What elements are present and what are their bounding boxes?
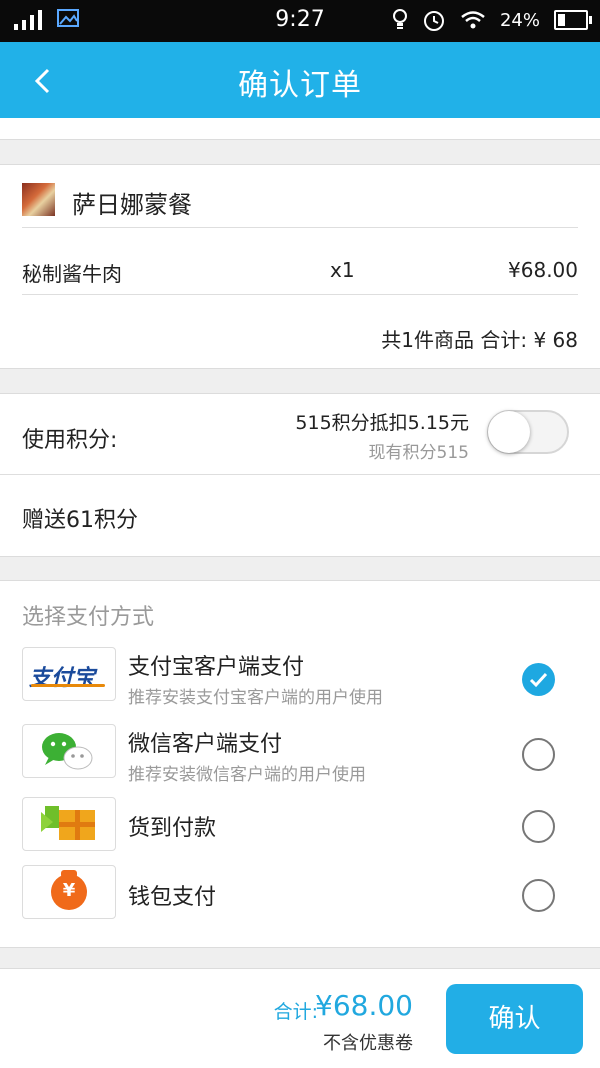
- radio-selected[interactable]: [522, 663, 555, 696]
- payment-option-name: 支付宝客户端支付: [128, 655, 305, 680]
- money-bag-top: [61, 870, 77, 878]
- cash-on-delivery-icon: [22, 797, 116, 851]
- divider: [22, 294, 578, 295]
- radio-unselected[interactable]: [522, 879, 555, 912]
- shop-name[interactable]: 萨日娜蒙餐: [72, 185, 192, 220]
- top-strip: [0, 118, 600, 140]
- status-right: 24%: [392, 8, 592, 32]
- item-name: 秘制酱牛肉: [22, 262, 122, 286]
- wallet-icon: ¥: [22, 865, 116, 919]
- radio-unselected[interactable]: [522, 738, 555, 771]
- wallet-logo-text: ¥: [62, 880, 76, 901]
- points-label: 使用积分:: [22, 428, 118, 453]
- total-amount: ¥68.00: [315, 989, 413, 1022]
- divider: [22, 227, 578, 228]
- order-card: 萨日娜蒙餐 秘制酱牛肉 x1 ¥68.00 共1件商品 合计: ¥ 68: [0, 164, 600, 369]
- order-summary: 共1件商品 合计: ¥ 68: [381, 328, 578, 352]
- divider: [0, 474, 600, 475]
- payment-section-title: 选择支付方式: [22, 605, 155, 630]
- wechat-bubbles-icon: [42, 733, 93, 770]
- shop-thumbnail: [22, 183, 55, 216]
- payment-option-name: 微信客户端支付: [128, 732, 283, 757]
- app-header: 确认订单: [0, 42, 600, 118]
- battery-icon: [554, 10, 592, 30]
- alipay-icon: 支付宝: [22, 647, 116, 701]
- gift-points-text: 赠送61积分: [22, 508, 138, 533]
- confirm-button[interactable]: 确认: [446, 984, 583, 1054]
- payment-card: 选择支付方式 支付宝 支付宝客户端支付 推荐安装支付宝客户端的用户使用 微信客户…: [0, 580, 600, 948]
- alipay-logo-text: 支付宝: [29, 666, 96, 691]
- toggle-knob: [488, 411, 530, 453]
- points-deduct-text: 515积分抵扣5.15元: [295, 412, 469, 434]
- item-price: ¥68.00: [508, 258, 578, 282]
- total-label: 合计:: [273, 1001, 318, 1023]
- radio-unselected[interactable]: [522, 810, 555, 843]
- payment-option-name: 钱包支付: [128, 885, 217, 910]
- wechat-icon: [22, 724, 116, 778]
- page-title: 确认订单: [238, 68, 362, 103]
- coupon-note: 不含优惠卷: [323, 1033, 413, 1054]
- check-icon: [529, 672, 548, 688]
- wifi-icon: [461, 11, 485, 29]
- payment-option-name: 货到付款: [128, 816, 217, 841]
- bottom-bar: 合计: ¥68.00 不含优惠卷 确认: [0, 968, 600, 1068]
- points-current-text: 现有积分515: [368, 443, 469, 463]
- battery-percent: 24%: [499, 9, 540, 31]
- alipay-swoosh: [31, 684, 105, 687]
- alarm-icon: [423, 11, 444, 31]
- payment-option-desc: 推荐安装微信客户端的用户使用: [128, 765, 366, 785]
- bulb-icon: [392, 9, 407, 29]
- parcel-icon: [41, 806, 95, 840]
- payment-option-desc: 推荐安装支付宝客户端的用户使用: [128, 688, 383, 708]
- points-toggle[interactable]: [487, 410, 569, 454]
- status-bar: 9:27 24%: [0, 0, 600, 42]
- item-quantity: x1: [330, 258, 355, 282]
